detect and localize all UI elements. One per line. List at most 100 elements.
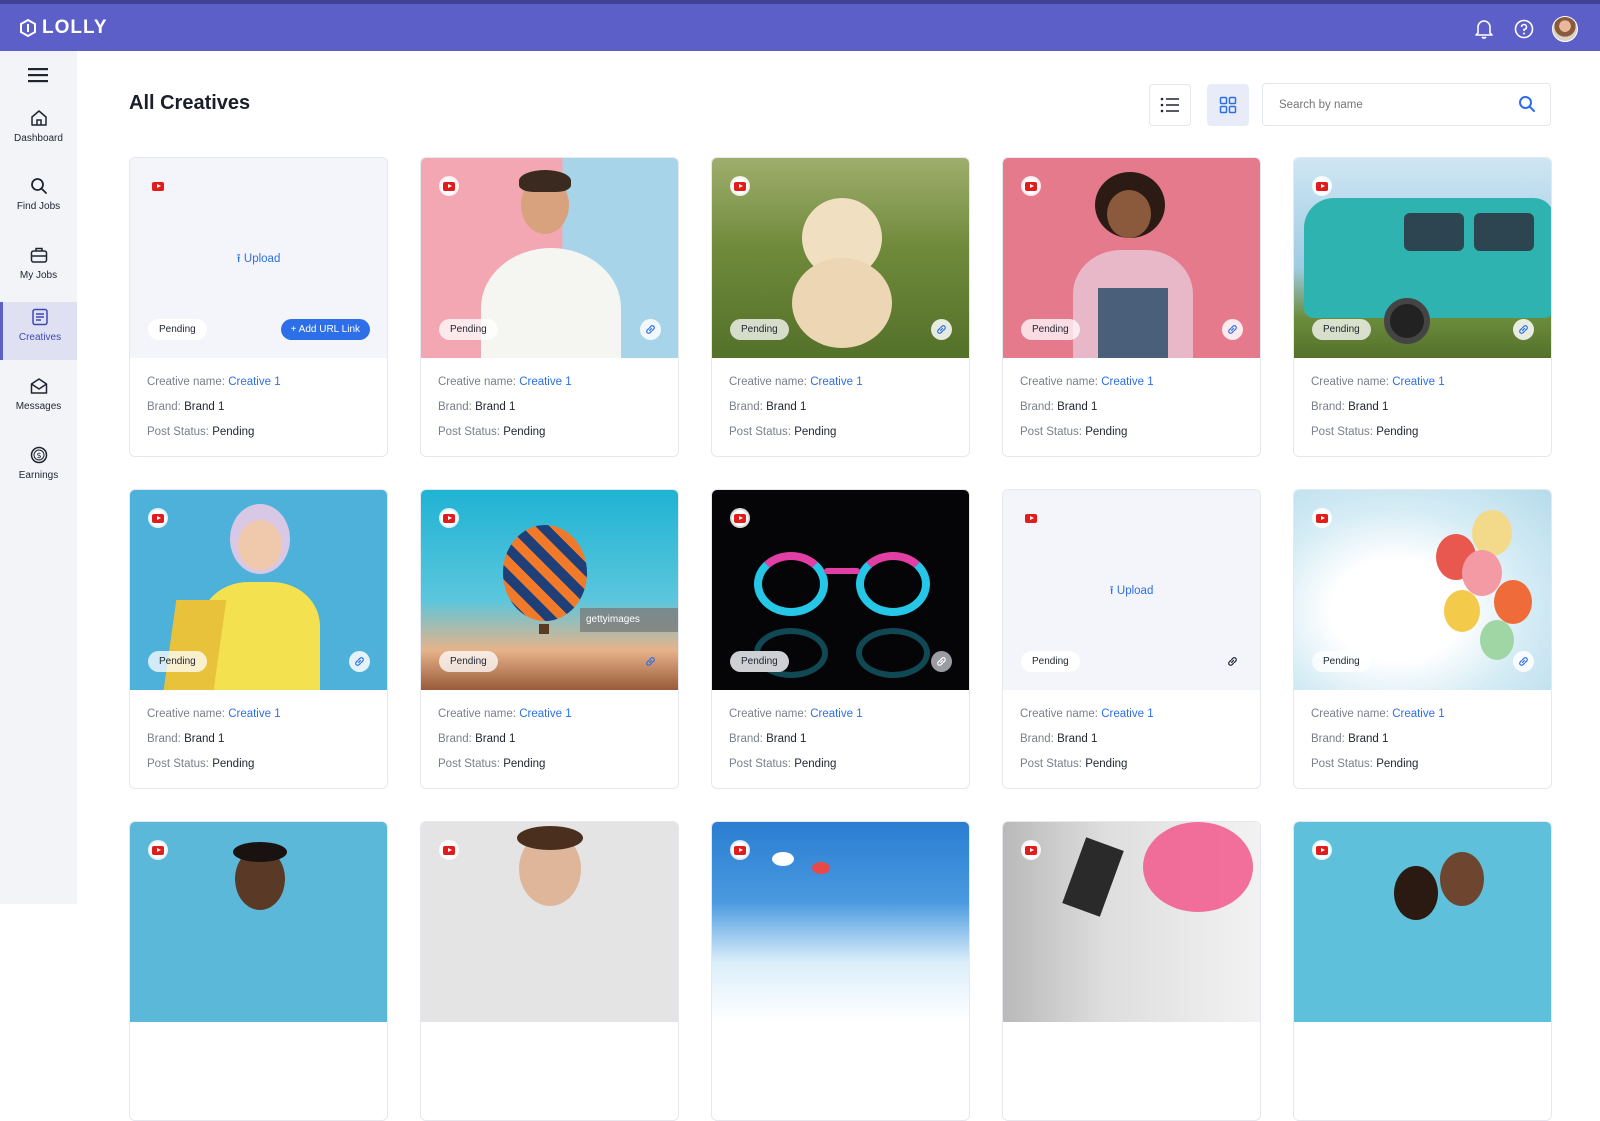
link-icon[interactable] — [1513, 319, 1534, 340]
home-icon — [30, 110, 47, 126]
creative-name-link[interactable]: Creative 1 — [1392, 376, 1444, 388]
dollar-coin-icon: $ — [30, 446, 47, 464]
status-badge: Pending — [439, 319, 498, 340]
creative-name-link[interactable]: Creative 1 — [519, 376, 571, 388]
post-status-row: Post Status: Pending — [1020, 426, 1128, 438]
skydivers-photo — [712, 822, 969, 1022]
search-input[interactable] — [1279, 98, 1509, 111]
link-icon[interactable] — [640, 319, 661, 340]
post-status-row: Post Status: Pending — [729, 758, 837, 770]
creative-name-link[interactable]: Creative 1 — [1392, 708, 1444, 720]
creative-name-link[interactable]: Creative 1 — [810, 376, 862, 388]
sidebar-item-dashboard[interactable]: Dashboard — [0, 103, 77, 161]
link-icon[interactable] — [1222, 319, 1243, 340]
brand-value: Brand 1 — [475, 401, 516, 413]
status-badge: Pending — [1312, 651, 1371, 672]
youtube-icon — [1023, 178, 1039, 194]
creative-name-link[interactable]: Creative 1 — [1101, 708, 1153, 720]
youtube-icon — [441, 510, 457, 526]
sidebar-item-label: Messages — [15, 401, 62, 412]
link-icon[interactable] — [640, 651, 661, 672]
creative-name-link[interactable]: Creative 1 — [228, 376, 280, 388]
puppy-photo: Pending — [712, 158, 969, 358]
brand-row: Brand: Brand 1 — [147, 401, 225, 413]
link-icon[interactable] — [931, 319, 952, 340]
link-icon[interactable] — [931, 651, 952, 672]
bearded-man-photo — [421, 822, 678, 1022]
creative-card[interactable]: ⭱ Upload Pending + Add URL Link Creative… — [129, 157, 388, 457]
sidebar-item-label: Dashboard — [14, 133, 63, 144]
brand-row: Brand: Brand 1 — [1020, 401, 1098, 413]
link-icon[interactable] — [1222, 651, 1243, 672]
status-badge: Pending — [1021, 319, 1080, 340]
help-icon[interactable] — [1512, 17, 1536, 41]
sidebar-item-my-jobs[interactable]: My Jobs — [0, 240, 77, 298]
creative-name-row: Creative name: Creative 1 — [729, 376, 863, 388]
app-logo[interactable]: LOLLY — [20, 17, 108, 39]
sidebar-item-earnings[interactable]: $ Earnings — [0, 440, 77, 498]
post-status-value: Pending — [212, 758, 255, 770]
list-view-button[interactable] — [1149, 84, 1191, 126]
creative-name-row: Creative name: Creative 1 — [1020, 376, 1154, 388]
creative-card[interactable] — [420, 821, 679, 1121]
sidebar-item-label: My Jobs — [19, 270, 58, 281]
creative-card[interactable]: Pending Creative name: Creative 1 Brand:… — [1293, 157, 1552, 457]
sidebar-item-creatives[interactable]: Creatives — [0, 302, 77, 360]
sidebar-item-messages[interactable]: Messages — [0, 371, 77, 429]
menu-toggle-icon[interactable] — [28, 67, 50, 85]
sidebar-item-find-jobs[interactable]: Find Jobs — [0, 171, 77, 229]
creative-name-row: Creative name: Creative 1 — [729, 708, 863, 720]
creative-card[interactable]: Pending Creative name: Creative 1 Brand:… — [711, 157, 970, 457]
grid-view-button[interactable] — [1207, 84, 1249, 126]
creative-card[interactable]: Pending Creative name: Creative 1 Brand:… — [711, 489, 970, 789]
creative-card[interactable]: gettyimages Pending Creative name: Creat… — [420, 489, 679, 789]
user-avatar[interactable] — [1552, 16, 1578, 42]
creative-name-link[interactable]: Creative 1 — [519, 708, 571, 720]
search-icon[interactable] — [1518, 95, 1536, 113]
teal-van-photo: Pending — [1294, 158, 1551, 358]
brand-value: Brand 1 — [1057, 401, 1098, 413]
upload-icon: ⭱ — [1109, 585, 1117, 597]
post-status-row: Post Status: Pending — [147, 758, 255, 770]
status-badge: Pending — [439, 651, 498, 672]
post-status-row: Post Status: Pending — [1311, 758, 1419, 770]
status-badge: Pending — [730, 651, 789, 672]
creative-card[interactable] — [711, 821, 970, 1121]
bell-icon[interactable] — [1472, 17, 1496, 41]
youtube-icon — [1023, 842, 1039, 858]
link-icon[interactable] — [349, 651, 370, 672]
upload-button[interactable]: ⭱ Upload — [130, 251, 387, 270]
creative-card[interactable]: Pending Creative name: Creative 1 Brand:… — [1002, 157, 1261, 457]
creative-card[interactable] — [1002, 821, 1261, 1121]
youtube-icon — [732, 510, 748, 526]
post-status-row: Post Status: Pending — [438, 426, 546, 438]
creative-card[interactable]: ⭱ Upload Pending Creative name: Creative… — [1002, 489, 1261, 789]
page-title: All Creatives — [129, 92, 251, 114]
post-status-value: Pending — [1085, 426, 1128, 438]
brand-value: Brand 1 — [475, 733, 516, 745]
link-icon[interactable] — [1513, 651, 1534, 672]
status-badge: Pending — [148, 319, 207, 340]
add-url-link-button[interactable]: + Add URL Link — [280, 319, 370, 340]
brand-value: Brand 1 — [1348, 733, 1389, 745]
brand-row: Brand: Brand 1 — [729, 733, 807, 745]
creative-name-link[interactable]: Creative 1 — [1101, 376, 1153, 388]
creative-card[interactable]: Pending Creative name: Creative 1 Brand:… — [129, 489, 388, 789]
creative-name-link[interactable]: Creative 1 — [228, 708, 280, 720]
creative-card[interactable]: Pending Creative name: Creative 1 Brand:… — [1293, 489, 1552, 789]
youtube-icon — [1314, 178, 1330, 194]
creative-card[interactable]: Pending Creative name: Creative 1 Brand:… — [420, 157, 679, 457]
post-status-row: Post Status: Pending — [438, 758, 546, 770]
brand-row: Brand: Brand 1 — [1020, 733, 1098, 745]
search-box[interactable] — [1262, 83, 1551, 126]
upload-button[interactable]: ⭱ Upload — [1003, 583, 1260, 602]
man-portrait-photo — [130, 822, 387, 1022]
creative-name-link[interactable]: Creative 1 — [810, 708, 862, 720]
creative-card[interactable] — [1293, 821, 1552, 1121]
app-name: LOLLY — [42, 16, 108, 38]
creative-card[interactable] — [129, 821, 388, 1121]
neon-glasses-photo: Pending — [712, 490, 969, 690]
post-status-value: Pending — [1376, 758, 1419, 770]
balloons-photo: Pending — [1294, 490, 1551, 690]
status-badge: Pending — [730, 319, 789, 340]
